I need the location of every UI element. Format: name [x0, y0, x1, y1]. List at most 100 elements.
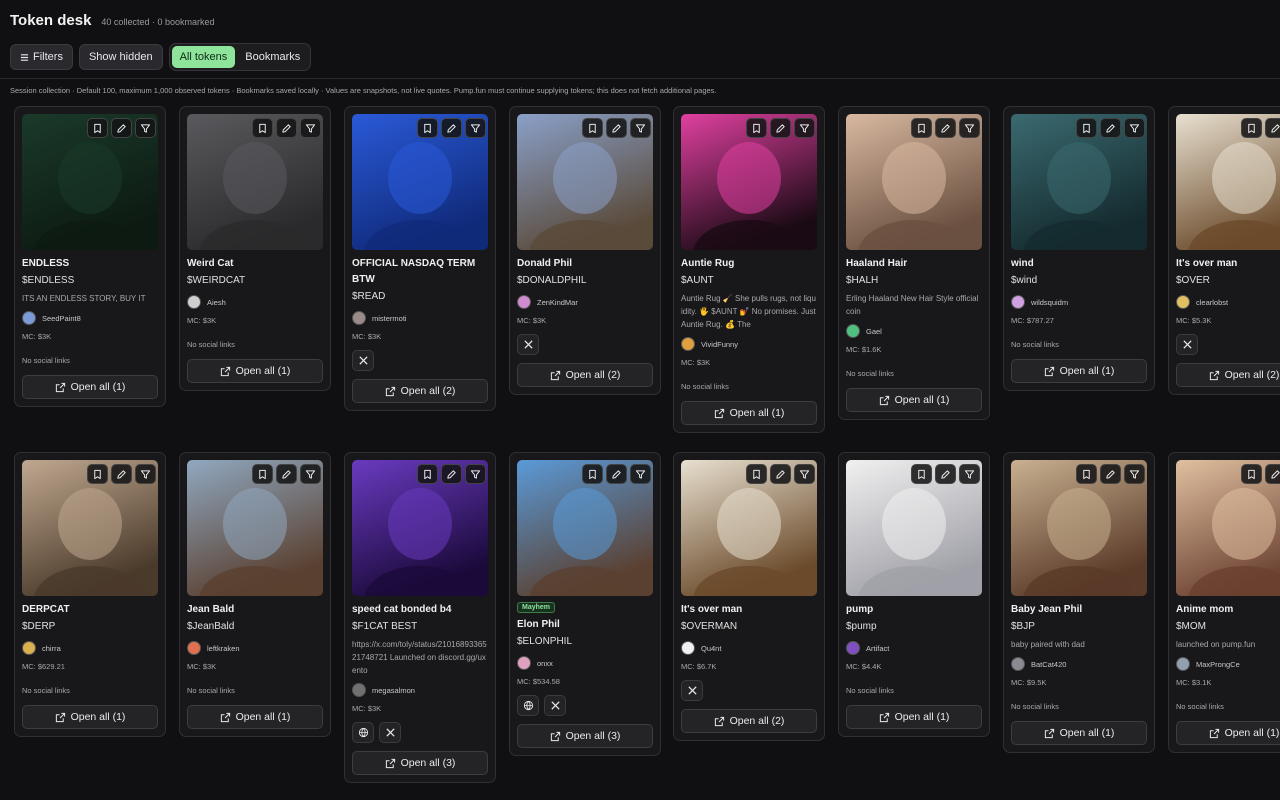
edit-button[interactable]	[606, 118, 627, 138]
filter-button[interactable]	[465, 118, 486, 138]
edit-button[interactable]	[935, 118, 956, 138]
creator[interactable]: BatCat420	[1011, 656, 1147, 672]
edit-button[interactable]	[1100, 118, 1121, 138]
filter-button[interactable]	[300, 464, 321, 484]
token-image[interactable]	[1011, 460, 1147, 596]
creator[interactable]: VividFunny	[681, 336, 817, 352]
filter-button[interactable]	[465, 464, 486, 484]
bookmark-button[interactable]	[87, 118, 108, 138]
open-all-button[interactable]: Open all (2)	[681, 709, 817, 733]
filter-button[interactable]	[794, 118, 815, 138]
filters-button[interactable]: Filters	[10, 44, 73, 70]
tab-bookmarks[interactable]: Bookmarks	[237, 46, 308, 68]
edit-button[interactable]	[111, 118, 132, 138]
open-all-button[interactable]: Open all (1)	[1176, 721, 1280, 745]
token-card[interactable]: It's over man $OVER clearlobst MC: $5.3K Ope…	[1168, 106, 1280, 395]
creator[interactable]: Artifact	[846, 640, 982, 656]
token-card[interactable]: Baby Jean Phil $BJP baby paired with dad Ba…	[1003, 452, 1155, 753]
edit-button[interactable]	[606, 464, 627, 484]
show-hidden-button[interactable]: Show hidden	[78, 44, 163, 70]
token-image[interactable]	[352, 114, 488, 250]
x-link-button[interactable]	[379, 722, 401, 743]
token-image[interactable]	[352, 460, 488, 596]
token-image[interactable]	[22, 460, 158, 596]
edit-button[interactable]	[770, 464, 791, 484]
website-link-button[interactable]	[352, 722, 374, 743]
token-card[interactable]: speed cat bonded b4 $F1CAT BEST https://x.…	[344, 452, 496, 783]
token-card[interactable]: Weird Cat $WEIRDCAT Aiesh MC: $3K No social …	[179, 106, 331, 391]
token-card[interactable]: pump $pump Artifact MC: $4.4K No social link…	[838, 452, 990, 737]
token-image[interactable]	[22, 114, 158, 250]
open-all-button[interactable]: Open all (1)	[846, 388, 982, 412]
creator[interactable]: ZenKindMar	[517, 294, 653, 310]
token-image[interactable]	[517, 460, 653, 596]
tab-all-tokens[interactable]: All tokens	[171, 46, 236, 68]
bookmark-button[interactable]	[1241, 464, 1262, 484]
filter-button[interactable]	[135, 118, 156, 138]
open-all-button[interactable]: Open all (2)	[517, 363, 653, 387]
creator[interactable]: Aiesh	[187, 294, 323, 310]
creator[interactable]: mistermoti	[352, 310, 488, 326]
bookmark-button[interactable]	[746, 464, 767, 484]
token-card[interactable]: wind $wind wildsquidm MC: $787.27 No social …	[1003, 106, 1155, 391]
token-image[interactable]	[517, 114, 653, 250]
filter-button[interactable]	[959, 118, 980, 138]
token-image[interactable]	[681, 114, 817, 250]
open-all-button[interactable]: Open all (1)	[846, 705, 982, 729]
open-all-button[interactable]: Open all (1)	[187, 705, 323, 729]
filter-button[interactable]	[630, 118, 651, 138]
creator[interactable]: SeedPaint8	[22, 310, 158, 326]
token-card[interactable]: Haaland Hair $HALH Erling Haaland New Hair…	[838, 106, 990, 420]
bookmark-button[interactable]	[252, 464, 273, 484]
token-card[interactable]: Auntie Rug $AUNT Auntie Rug 🧹 She pulls ru…	[673, 106, 825, 433]
open-all-button[interactable]: Open all (1)	[22, 705, 158, 729]
bookmark-button[interactable]	[746, 118, 767, 138]
token-card[interactable]: Mayhem Elon Phil $ELONPHIL onxx MC: $534.58 O…	[509, 452, 661, 756]
website-link-button[interactable]	[517, 695, 539, 716]
creator[interactable]: onxx	[517, 655, 653, 671]
token-card[interactable]: Jean Bald $JeanBald leftkraken MC: $3K No so…	[179, 452, 331, 737]
bookmark-button[interactable]	[911, 464, 932, 484]
x-link-button[interactable]	[544, 695, 566, 716]
token-image[interactable]	[1176, 460, 1280, 596]
x-link-button[interactable]	[352, 350, 374, 371]
edit-button[interactable]	[276, 118, 297, 138]
open-all-button[interactable]: Open all (1)	[1011, 359, 1147, 383]
creator[interactable]: megasalmon	[352, 682, 488, 698]
token-card[interactable]: DERPCAT $DERP chirra MC: $629.21 No social l…	[14, 452, 166, 737]
creator[interactable]: clearlobst	[1176, 294, 1280, 310]
filter-button[interactable]	[1124, 464, 1145, 484]
edit-button[interactable]	[1265, 464, 1280, 484]
edit-button[interactable]	[1265, 118, 1280, 138]
open-all-button[interactable]: Open all (2)	[352, 379, 488, 403]
bookmark-button[interactable]	[417, 118, 438, 138]
token-image[interactable]	[846, 114, 982, 250]
open-all-button[interactable]: Open all (3)	[517, 724, 653, 748]
filter-button[interactable]	[630, 464, 651, 484]
bookmark-button[interactable]	[1076, 464, 1097, 484]
token-card[interactable]: OFFICIAL NASDAQ TERM BTW $READ mistermoti M…	[344, 106, 496, 411]
bookmark-button[interactable]	[87, 464, 108, 484]
creator[interactable]: leftkraken	[187, 640, 323, 656]
token-image[interactable]	[1176, 114, 1280, 250]
open-all-button[interactable]: Open all (1)	[22, 375, 158, 399]
open-all-button[interactable]: Open all (1)	[1011, 721, 1147, 745]
filter-button[interactable]	[959, 464, 980, 484]
token-card[interactable]: ENDLESS $ENDLESS ITS AN ENDLESS STORY, BUY…	[14, 106, 166, 407]
creator[interactable]: MaxProngCe	[1176, 656, 1280, 672]
edit-button[interactable]	[111, 464, 132, 484]
edit-button[interactable]	[935, 464, 956, 484]
bookmark-button[interactable]	[1241, 118, 1262, 138]
creator[interactable]: wildsquidm	[1011, 294, 1147, 310]
edit-button[interactable]	[770, 118, 791, 138]
token-card[interactable]: It's over man $OVERMAN Qu4nt MC: $6.7K Open …	[673, 452, 825, 741]
open-all-button[interactable]: Open all (1)	[187, 359, 323, 383]
bookmark-button[interactable]	[582, 118, 603, 138]
filter-button[interactable]	[794, 464, 815, 484]
x-link-button[interactable]	[517, 334, 539, 355]
filter-button[interactable]	[1124, 118, 1145, 138]
token-image[interactable]	[187, 114, 323, 250]
bookmark-button[interactable]	[582, 464, 603, 484]
token-image[interactable]	[1011, 114, 1147, 250]
edit-button[interactable]	[1100, 464, 1121, 484]
